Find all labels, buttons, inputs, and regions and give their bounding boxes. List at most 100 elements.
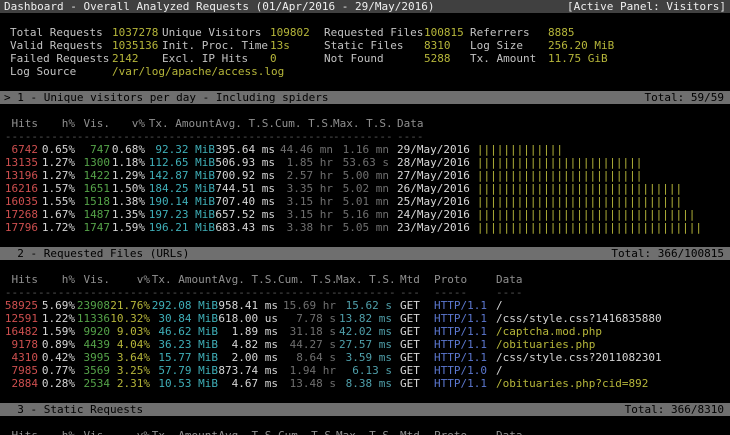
separator: ------ bbox=[110, 286, 150, 299]
hits-percent-cell: 0.42% bbox=[38, 351, 75, 364]
avg-ts-cell: 2.00 ms bbox=[218, 351, 278, 364]
hits-cell: 13135 bbox=[0, 156, 38, 169]
bar-chart: ||||||||||||||||||||||||| bbox=[477, 169, 643, 182]
file-row[interactable]: 43100.42%39953.64%15.77 MiB2.00 ms8.64 s… bbox=[0, 351, 730, 364]
bar-chart: ||||||||||||||||||||||||||||||| bbox=[477, 195, 682, 208]
summary-value: 1037278 bbox=[112, 26, 162, 39]
file-row[interactable]: 91780.89%44394.04%36.23 MiB4.82 ms44.27 … bbox=[0, 338, 730, 351]
data-cell: 23/May/2016|||||||||||||||||||||||||||||… bbox=[389, 221, 730, 234]
method-cell: GET bbox=[392, 377, 428, 390]
visitors-cell: 1518 bbox=[75, 195, 110, 208]
visitors-percent-cell: 21.76% bbox=[110, 299, 150, 312]
summary-label: Unique Visitors bbox=[162, 26, 270, 39]
titlebar: Dashboard - Overall Analyzed Requests (0… bbox=[0, 0, 730, 13]
panel-header-visitors[interactable]: > 1 - Unique visitors per day - Includin… bbox=[0, 91, 730, 104]
date-value: 25/May/2016 bbox=[397, 195, 470, 208]
hits-percent-cell: 1.67% bbox=[38, 208, 75, 221]
visitors-cell: 4439 bbox=[75, 338, 110, 351]
visitors-percent-cell: 10.32% bbox=[110, 312, 150, 325]
column-header: Proto bbox=[428, 429, 488, 435]
max-ts-cell: 5.01 mn bbox=[333, 195, 389, 208]
separator: ------ bbox=[38, 130, 75, 143]
visitors-percent-cell: 0.68% bbox=[110, 143, 145, 156]
protocol-cell: HTTP/1.1 bbox=[428, 338, 488, 351]
tx-amount-cell: 142.87 MiB bbox=[145, 169, 215, 182]
visitors-percent-cell: 1.18% bbox=[110, 156, 145, 169]
visitor-row[interactable]: 131351.27%13001.18%112.65 MiB506.93 ms1.… bbox=[0, 156, 730, 169]
visitors-cell: 2534 bbox=[75, 377, 110, 390]
visitor-row[interactable]: 67420.65%7470.68%92.32 MiB395.64 ms44.46… bbox=[0, 143, 730, 156]
visitor-row[interactable]: 131961.27%14221.29%142.87 MiB700.92 ms2.… bbox=[0, 169, 730, 182]
visitors-percent-cell: 1.38% bbox=[110, 195, 145, 208]
cum-ts-cell: 1.94 hr bbox=[278, 364, 336, 377]
panel-header-static-requests[interactable]: 3 - Static Requests Total: 366/8310 bbox=[0, 403, 730, 416]
column-header: Vis. bbox=[75, 429, 110, 435]
visitor-row[interactable]: 160351.55%15181.38%190.14 MiB707.40 ms3.… bbox=[0, 195, 730, 208]
protocol-cell: HTTP/1.1 bbox=[428, 377, 488, 390]
protocol-cell: HTTP/1.1 bbox=[428, 325, 488, 338]
separator: ----- bbox=[0, 130, 38, 143]
separator: ----- bbox=[75, 130, 110, 143]
separator: ----- bbox=[75, 286, 110, 299]
visitors-percent-cell: 1.50% bbox=[110, 182, 145, 195]
hits-percent-cell: 0.89% bbox=[38, 338, 75, 351]
request-path-cell: /css/style.css?1416835880 bbox=[488, 312, 730, 325]
avg-ts-cell: 958.41 ms bbox=[218, 299, 278, 312]
tx-amount-cell: 57.79 MiB bbox=[150, 364, 218, 377]
avg-ts-cell: 744.51 ms bbox=[215, 182, 275, 195]
visitors-cell: 1747 bbox=[75, 221, 110, 234]
max-ts-cell: 5.05 mn bbox=[333, 221, 389, 234]
file-row[interactable]: 164821.59%99209.03%46.62 MiB1.89 ms31.18… bbox=[0, 325, 730, 338]
panel-total-visitors: Total: 59/59 bbox=[645, 91, 724, 104]
hits-cell: 17796 bbox=[0, 221, 38, 234]
separator: --------- bbox=[333, 130, 389, 143]
panel-header-requested-files[interactable]: 2 - Requested Files (URLs) Total: 366/10… bbox=[0, 247, 730, 260]
visitor-row[interactable]: 172681.67%14871.35%197.23 MiB657.52 ms3.… bbox=[0, 208, 730, 221]
tx-amount-cell: 15.77 MiB bbox=[150, 351, 218, 364]
summary-row: Failed Requests2142Excl. IP Hits0Not Fou… bbox=[0, 52, 730, 65]
request-path-cell: /obituaries.php?cid=892 bbox=[488, 377, 730, 390]
max-ts-cell: 5.16 mn bbox=[333, 208, 389, 221]
hits-cell: 16216 bbox=[0, 182, 38, 195]
static-requests-table: Hitsh%Vis.v%Tx. AmountAvg. T.S.Cum. T.S.… bbox=[0, 429, 730, 435]
separator: ---------- bbox=[150, 286, 218, 299]
request-path-cell: / bbox=[488, 299, 730, 312]
avg-ts-cell: 4.67 ms bbox=[218, 377, 278, 390]
visitors-cell: 23908 bbox=[75, 299, 110, 312]
file-row[interactable]: 125911.22%1133610.32%30.84 MiB618.00 us7… bbox=[0, 312, 730, 325]
file-row[interactable]: 589255.69%2390821.76%292.08 MiB958.41 ms… bbox=[0, 299, 730, 312]
max-ts-cell: 6.13 s bbox=[336, 364, 392, 377]
cum-ts-cell: 1.85 hr bbox=[275, 156, 333, 169]
cum-ts-cell: 7.78 s bbox=[278, 312, 336, 325]
visitors-percent-cell: 3.64% bbox=[110, 351, 150, 364]
data-cell: 26/May/2016|||||||||||||||||||||||||||||… bbox=[389, 182, 730, 195]
separator: --- bbox=[392, 286, 428, 299]
separator-row: ----------------------------------------… bbox=[0, 130, 730, 143]
request-path-cell: /css/style.css?2011082301 bbox=[488, 351, 730, 364]
summary-label: Valid Requests bbox=[10, 39, 112, 52]
spacer bbox=[0, 390, 730, 403]
summary-value: 100815 bbox=[424, 26, 470, 39]
hits-percent-cell: 0.28% bbox=[38, 377, 75, 390]
max-ts-cell: 13.82 ms bbox=[336, 312, 392, 325]
hits-percent-cell: 1.57% bbox=[38, 182, 75, 195]
separator: ------ bbox=[38, 286, 75, 299]
column-header: Hits bbox=[0, 117, 38, 130]
data-cell: 28/May/2016||||||||||||||||||||||||| bbox=[389, 156, 730, 169]
method-cell: GET bbox=[392, 299, 428, 312]
hits-percent-cell: 5.69% bbox=[38, 299, 75, 312]
avg-ts-cell: 657.52 ms bbox=[215, 208, 275, 221]
visitors-percent-cell: 1.29% bbox=[110, 169, 145, 182]
file-row[interactable]: 79850.77%35693.25%57.79 MiB873.74 ms1.94… bbox=[0, 364, 730, 377]
column-headers: Hitsh%Vis.v%Tx. AmountAvg. T.S.Cum. T.S.… bbox=[0, 429, 730, 435]
column-header: Tx. Amount bbox=[150, 273, 218, 286]
visitors-cell: 1487 bbox=[75, 208, 110, 221]
file-row[interactable]: 28840.28%25342.31%10.53 MiB4.67 ms13.48 … bbox=[0, 377, 730, 390]
summary-value: 256.20 MiB bbox=[548, 39, 614, 52]
visitor-row[interactable]: 177961.72%17471.59%196.21 MiB683.43 ms3.… bbox=[0, 221, 730, 234]
requested-files-table: Hitsh%Vis.v%Tx. AmountAvg. T.S.Cum. T.S.… bbox=[0, 273, 730, 390]
tx-amount-cell: 196.21 MiB bbox=[145, 221, 215, 234]
tx-amount-cell: 197.23 MiB bbox=[145, 208, 215, 221]
visitor-row[interactable]: 162161.57%16511.50%184.25 MiB744.51 ms3.… bbox=[0, 182, 730, 195]
bar-chart: ||||||||||||||||||||||||| bbox=[477, 156, 643, 169]
